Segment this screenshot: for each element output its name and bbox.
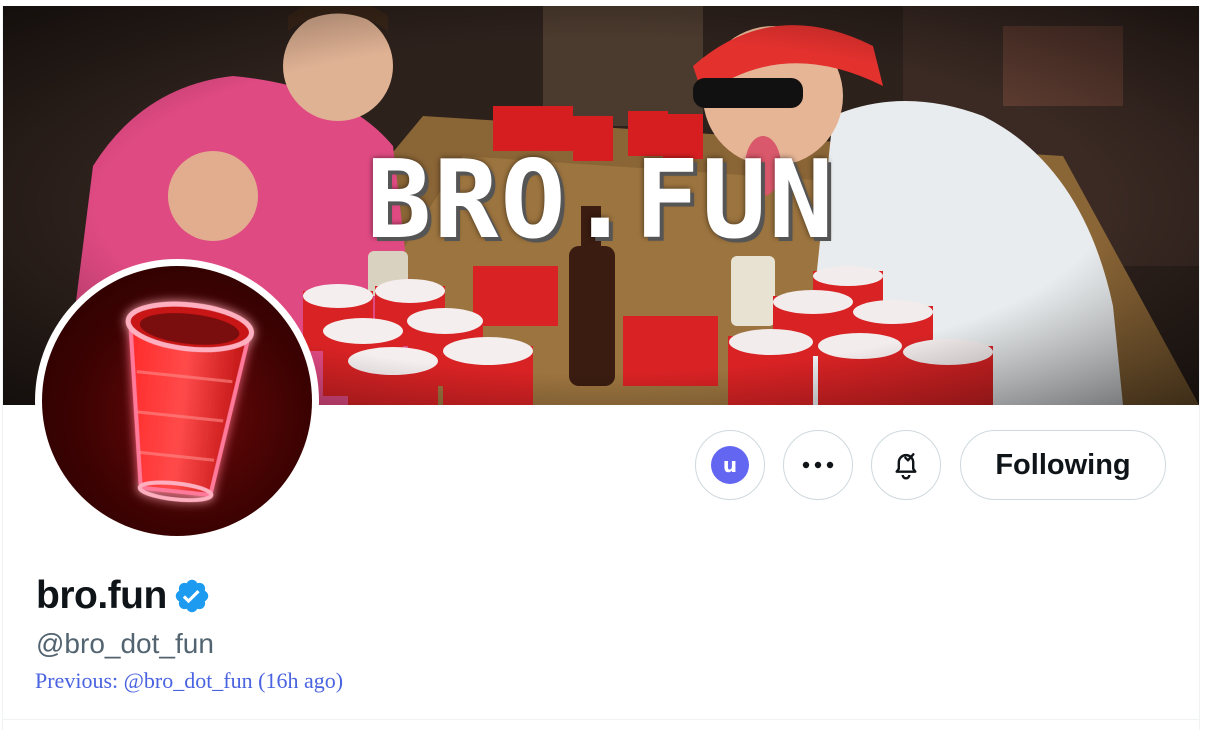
bell-check-icon <box>895 453 917 480</box>
previous-handle-note[interactable]: Previous: @bro_dot_fun (16h ago) <box>35 668 343 694</box>
display-name-row: bro.fun <box>36 574 211 618</box>
ellipsis-icon <box>802 461 834 469</box>
notifications-button[interactable] <box>871 430 941 500</box>
more-options-button[interactable] <box>783 430 853 500</box>
user-badge: u <box>711 446 749 484</box>
avatar[interactable] <box>35 259 319 543</box>
neon-cup-icon <box>125 301 255 503</box>
user-extension-button[interactable]: u <box>695 430 765 500</box>
display-name: bro.fun <box>36 574 167 617</box>
user-handle: @bro_dot_fun <box>36 628 214 659</box>
following-button[interactable]: Following <box>960 430 1166 500</box>
banner-title: BRO.FUN <box>366 138 836 263</box>
divider <box>2 719 1200 720</box>
verified-badge-icon[interactable] <box>173 577 211 615</box>
avatar-image <box>42 266 312 536</box>
